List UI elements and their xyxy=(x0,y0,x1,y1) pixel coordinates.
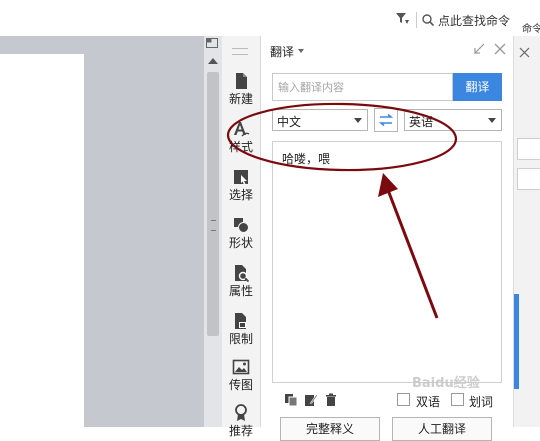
translation-result-text: 哈喽，喂 xyxy=(282,152,331,166)
tool-property-label: 属性 xyxy=(228,284,253,298)
tool-upload-image-label: 传图 xyxy=(228,378,253,392)
filter-icon[interactable] xyxy=(396,13,410,25)
word-select-checkbox-label: 划词 xyxy=(469,395,494,409)
document-page[interactable] xyxy=(0,54,84,427)
tool-new[interactable]: 新建 xyxy=(222,72,260,106)
tool-shape-label: 形状 xyxy=(228,236,253,250)
upload-image-icon xyxy=(232,359,250,375)
tool-restrict-label: 限制 xyxy=(228,332,253,346)
human-translation-button[interactable]: 人工翻译 xyxy=(392,417,492,441)
chevron-down-icon[interactable] xyxy=(298,49,304,53)
tool-style[interactable]: 样式 xyxy=(222,120,260,154)
shrink-icon[interactable] xyxy=(473,43,485,55)
search-icon[interactable] xyxy=(422,14,434,26)
chevron-down-icon xyxy=(354,118,362,123)
target-language-select[interactable]: 英语 xyxy=(404,109,502,131)
right-side-strip xyxy=(513,36,540,427)
select-icon xyxy=(234,170,248,185)
document-canvas xyxy=(0,36,204,427)
panel-title[interactable]: 翻译 xyxy=(270,43,294,60)
copy-icon[interactable] xyxy=(284,393,298,407)
property-icon xyxy=(235,265,250,282)
trash-icon[interactable] xyxy=(324,393,338,407)
close-icon[interactable] xyxy=(519,47,530,58)
close-icon[interactable] xyxy=(494,43,506,55)
split-view-icon[interactable] xyxy=(206,38,218,48)
side-field[interactable] xyxy=(517,138,540,160)
command-label-cut: 命令 xyxy=(522,24,540,35)
translate-input-box xyxy=(272,73,453,101)
vertical-scrollbar[interactable] xyxy=(204,36,222,427)
topbar-divider xyxy=(416,12,417,28)
source-language-select[interactable]: 中文 xyxy=(272,109,368,131)
shape-icon xyxy=(234,218,249,233)
top-bar: 点此查找命令 命令 xyxy=(0,0,540,36)
restrict-icon xyxy=(235,313,246,329)
scrollbar-thumb[interactable] xyxy=(207,72,219,336)
find-command-label[interactable]: 点此查找命令 xyxy=(438,12,510,29)
source-language-value: 中文 xyxy=(277,115,302,129)
translate-button[interactable]: 翻译 xyxy=(453,73,502,101)
new-doc-icon xyxy=(236,73,247,89)
style-icon xyxy=(234,122,250,137)
tool-new-label: 新建 xyxy=(228,92,253,106)
tool-property[interactable]: 属性 xyxy=(222,264,260,298)
recommend-icon xyxy=(235,404,247,421)
translate-panel: 翻译 翻译 中文 英语 哈喽，喂 双语 划词 xyxy=(260,36,514,441)
word-select-checkbox[interactable] xyxy=(451,393,464,406)
tool-recommend-label: 推荐 xyxy=(228,424,253,438)
tool-style-label: 样式 xyxy=(228,140,253,154)
translate-input[interactable] xyxy=(273,74,453,100)
target-language-value: 英语 xyxy=(409,115,434,129)
side-field[interactable] xyxy=(517,168,540,190)
swap-languages-button[interactable] xyxy=(374,108,398,132)
full-definition-button[interactable]: 完整释义 xyxy=(280,417,380,441)
swap-arrows-icon xyxy=(378,113,394,127)
tool-select[interactable]: 选择 xyxy=(222,168,260,202)
tool-restrict[interactable]: 限制 xyxy=(222,312,260,346)
expand-tab[interactable] xyxy=(514,294,519,389)
translation-result-area[interactable]: 哈喽，喂 xyxy=(272,141,502,383)
side-toolbar: 新建 样式 选择 形状 属性 限制 传图 推荐 xyxy=(222,36,260,438)
toolbar-grab-handle[interactable] xyxy=(232,48,248,55)
chevron-down-icon xyxy=(488,118,496,123)
tool-shape[interactable]: 形状 xyxy=(222,216,260,250)
tool-recommend[interactable]: 推荐 xyxy=(222,404,260,438)
bilingual-checkbox-label: 双语 xyxy=(416,395,441,409)
tool-upload-image[interactable]: 传图 xyxy=(222,358,260,392)
scroll-up-arrow-icon[interactable] xyxy=(208,58,218,64)
watermark-logo: Baidu经验 xyxy=(412,376,480,391)
tool-select-label: 选择 xyxy=(228,188,253,202)
bilingual-checkbox[interactable] xyxy=(397,393,410,406)
grip-icon xyxy=(211,220,216,231)
edit-icon[interactable] xyxy=(304,393,318,407)
